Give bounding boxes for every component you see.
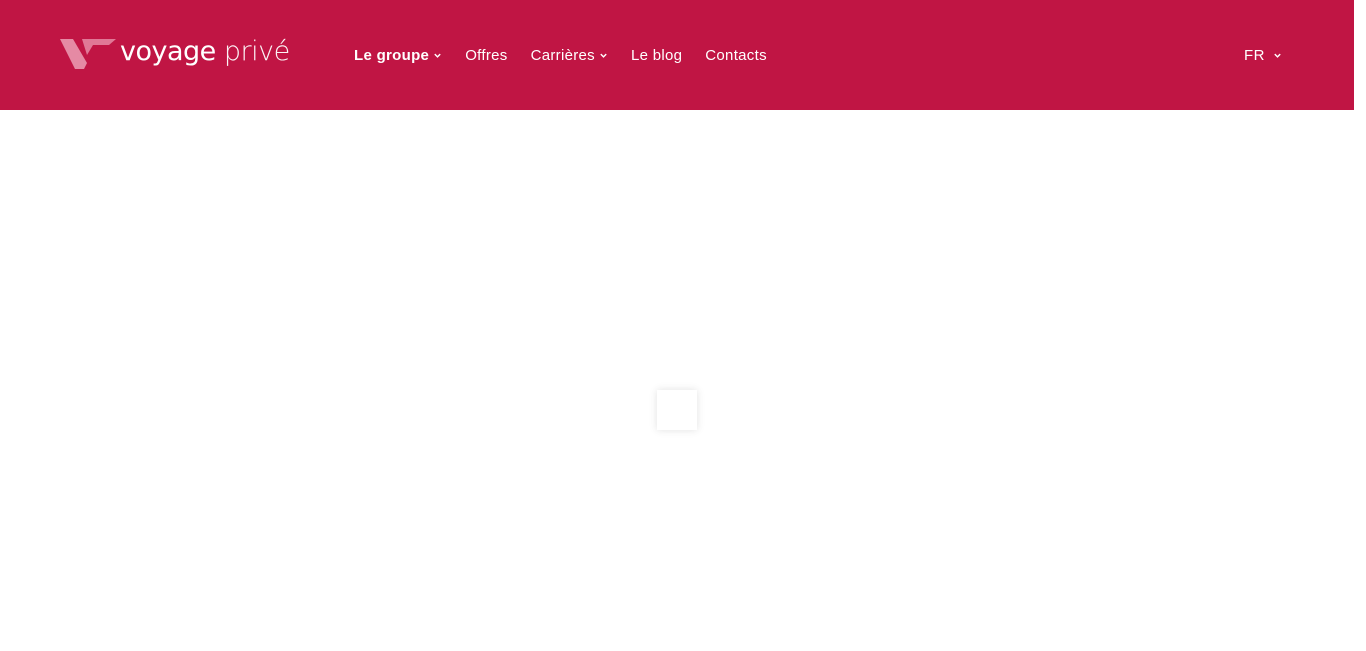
nav-item-label: Le groupe	[354, 46, 430, 64]
nav-item-label: Le blog	[630, 46, 683, 64]
nav-item-contacts[interactable]: Contacts	[705, 47, 767, 64]
nav-item-le-blog[interactable]: Le blog	[631, 47, 682, 64]
logo-word-voyage: voyage	[120, 35, 216, 67]
language-label: FR	[1244, 46, 1265, 64]
nav-item-label: Carrières	[530, 46, 595, 64]
nav-item-label: Contacts	[705, 46, 767, 64]
page: voyage privé Le groupe Offres Carrières	[0, 0, 1366, 651]
chevron-down-icon	[600, 53, 607, 58]
nav-item-label: Offres	[465, 46, 508, 64]
main-nav: Le groupe Offres Carrières Le blog Conta…	[354, 44, 790, 66]
language-selector[interactable]: FR	[1244, 44, 1282, 66]
chevron-down-icon	[1274, 53, 1281, 58]
chevron-down-icon	[434, 53, 441, 58]
logo-word-prive: privé	[223, 35, 290, 67]
site-header: voyage privé Le groupe Offres Carrières	[0, 0, 1354, 110]
loading-spinner	[657, 390, 697, 430]
nav-item-carrieres[interactable]: Carrières	[531, 47, 608, 64]
nav-item-le-groupe[interactable]: Le groupe	[354, 47, 442, 64]
logo-link[interactable]: voyage privé	[60, 34, 290, 74]
logo-wordmark: voyage privé	[120, 38, 290, 65]
voyage-prive-v-icon	[60, 39, 116, 69]
nav-item-offres[interactable]: Offres	[465, 47, 507, 64]
